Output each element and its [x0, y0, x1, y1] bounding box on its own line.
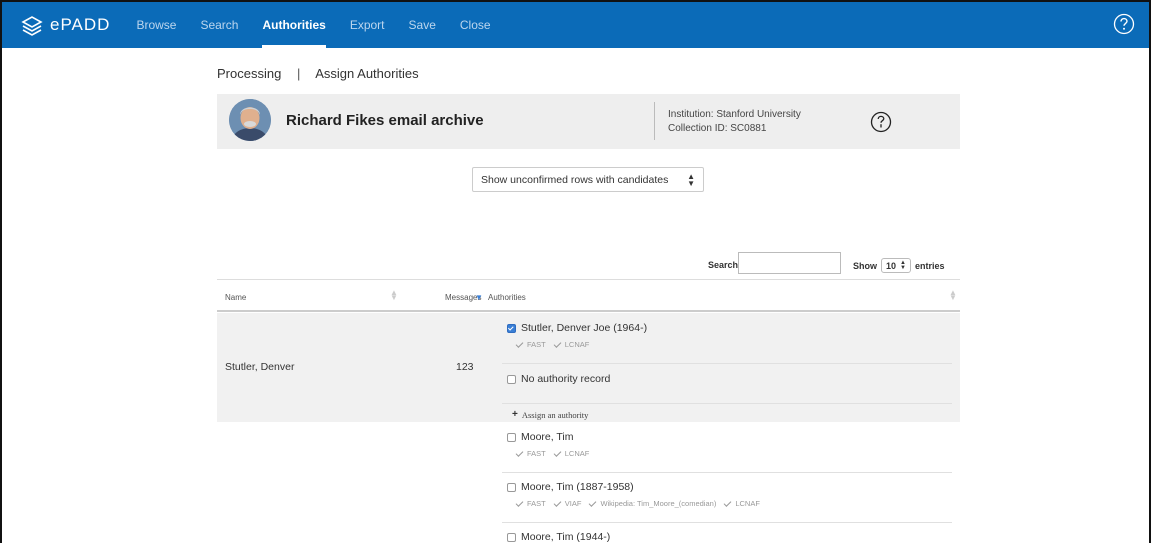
checkbox[interactable] — [507, 374, 516, 384]
authority-candidate: Moore, Tim (1944-) — [507, 531, 952, 543]
source-badge[interactable]: FAST — [515, 448, 546, 458]
entries-label: entries — [914, 260, 945, 271]
source-badge[interactable]: FAST — [515, 498, 546, 508]
nav-menu: Browse Search Authorities Export Save Cl… — [124, 2, 502, 48]
divider — [502, 363, 952, 364]
source-list: FAST VIAF Wikipedia: Tim_Moore_(comedian… — [515, 498, 952, 508]
candidate-label: Stutler, Denver Joe (1964-) — [521, 322, 648, 334]
entries-select[interactable]: 10 ▲ ▼ — [881, 258, 911, 273]
plus-icon: + — [512, 409, 518, 420]
entries-control: Show 10 ▲ ▼ entries — [853, 258, 944, 273]
divider — [502, 472, 952, 473]
check-icon — [723, 498, 732, 507]
checkbox[interactable] — [507, 482, 516, 492]
logo-text: ePADD — [50, 15, 111, 34]
check-icon — [589, 498, 597, 507]
source-list: FAST LCNAF — [515, 339, 952, 349]
source-badge[interactable]: LCNAF — [723, 498, 760, 508]
row-filter-value: Show unconfirmed rows with candidates — [481, 174, 669, 186]
assign-authority-label: Assign an authority — [521, 409, 589, 420]
breadcrumb-separator: | — [296, 66, 301, 81]
source-label: FAST — [527, 449, 546, 458]
candidate-label: Moore, Tim (1944-) — [521, 531, 611, 543]
authority-candidate: Moore, Tim (1887-1958) FAST VIAF Wikiped… — [507, 481, 952, 508]
question-circle-icon[interactable] — [1113, 13, 1135, 35]
info-circle-icon[interactable] — [870, 111, 892, 133]
select-arrows-icon: ▲ ▼ — [687, 172, 695, 188]
checkbox[interactable] — [507, 432, 516, 442]
breadcrumb-assign-authorities: Assign Authorities — [315, 66, 419, 81]
checkbox-checked[interactable] — [507, 323, 516, 333]
checkbox[interactable] — [507, 532, 516, 542]
select-arrows-icon: ▲ ▼ — [900, 259, 906, 271]
source-label: LCNAF — [564, 340, 590, 349]
epadd-logo[interactable]: ePADD — [20, 14, 110, 36]
row-messages-count: 123 — [456, 361, 474, 373]
row-filter-select[interactable]: Show unconfirmed rows with candidates ▲ ▼ — [472, 167, 704, 192]
logo-icon — [21, 16, 43, 36]
institution-text: Institution: Stanford University — [668, 109, 801, 120]
source-badge[interactable]: LCNAF — [553, 339, 590, 349]
table-row: Moore, Tim FAST LCNAF Moore, Tim (1887-1… — [217, 422, 960, 543]
source-label: FAST — [527, 340, 546, 349]
column-header-authorities[interactable]: Authorities — [488, 293, 526, 302]
source-badge[interactable]: Wikipedia: Tim_Moore_(comedian) — [589, 498, 717, 508]
source-badge[interactable]: VIAF — [553, 498, 582, 508]
show-label: Show — [853, 260, 877, 271]
column-header-name[interactable]: Name — [225, 293, 246, 302]
app-window: ePADD Browse Search Authorities Export S… — [0, 0, 1151, 543]
check-icon — [553, 339, 562, 348]
divider — [502, 403, 952, 404]
collection-header: Richard Fikes email archive Institution:… — [217, 94, 960, 149]
check-icon — [553, 448, 562, 457]
breadcrumb-processing[interactable]: Processing — [217, 66, 281, 81]
check-icon — [515, 498, 524, 507]
sort-desc-icon[interactable]: ▼ — [475, 293, 483, 302]
authority-candidate: No authority record — [507, 373, 952, 385]
top-nav: ePADD Browse Search Authorities Export S… — [2, 2, 1149, 48]
divider — [502, 522, 952, 523]
source-label: LCNAF — [564, 449, 590, 458]
check-icon — [515, 339, 524, 348]
search-label: Search: — [708, 260, 742, 270]
nav-authorities[interactable]: Authorities — [262, 2, 327, 48]
search-input[interactable] — [738, 252, 841, 274]
source-label: FAST — [527, 499, 546, 508]
nav-search[interactable]: Search — [200, 2, 238, 48]
table-row: Stutler, Denver 123 Stutler, Denver Joe … — [217, 313, 960, 422]
collection-info: Institution: Stanford University Collect… — [668, 108, 801, 136]
row-name: Stutler, Denver — [225, 361, 295, 373]
entries-value: 10 — [886, 260, 897, 271]
nav-browse[interactable]: Browse — [136, 2, 176, 48]
nav-export[interactable]: Export — [350, 2, 385, 48]
collection-title: Richard Fikes email archive — [286, 112, 484, 129]
sort-icon[interactable]: ▲ ▼ — [949, 289, 957, 302]
divider — [654, 102, 655, 140]
source-list: FAST LCNAF — [515, 448, 952, 458]
check-icon — [515, 448, 524, 457]
authority-candidate: Moore, Tim FAST LCNAF — [507, 431, 952, 458]
source-label: VIAF — [564, 499, 582, 508]
assign-authority-link[interactable]: + Assign an authority — [512, 409, 588, 420]
source-label: LCNAF — [735, 499, 760, 508]
source-label: Wikipedia: Tim_Moore_(comedian) — [600, 499, 717, 508]
sort-icon[interactable]: ▲ ▼ — [390, 289, 398, 302]
check-icon — [553, 498, 562, 507]
nav-close[interactable]: Close — [460, 2, 491, 48]
source-badge[interactable]: FAST — [515, 339, 546, 349]
breadcrumb: Processing | Assign Authorities — [217, 66, 419, 81]
avatar — [229, 99, 271, 141]
nav-save[interactable]: Save — [409, 2, 436, 48]
source-badge[interactable]: LCNAF — [553, 448, 590, 458]
candidate-label: Moore, Tim (1887-1958) — [521, 481, 634, 493]
collection-id-text: Collection ID: SC0881 — [668, 123, 767, 134]
table-header: Name ▲ ▼ Messages ▼ Authorities ▲ ▼ — [217, 279, 960, 312]
candidate-label: Moore, Tim — [521, 431, 574, 443]
candidate-label: No authority record — [521, 373, 611, 385]
authority-candidate: Stutler, Denver Joe (1964-) FAST LCNAF — [507, 322, 952, 349]
